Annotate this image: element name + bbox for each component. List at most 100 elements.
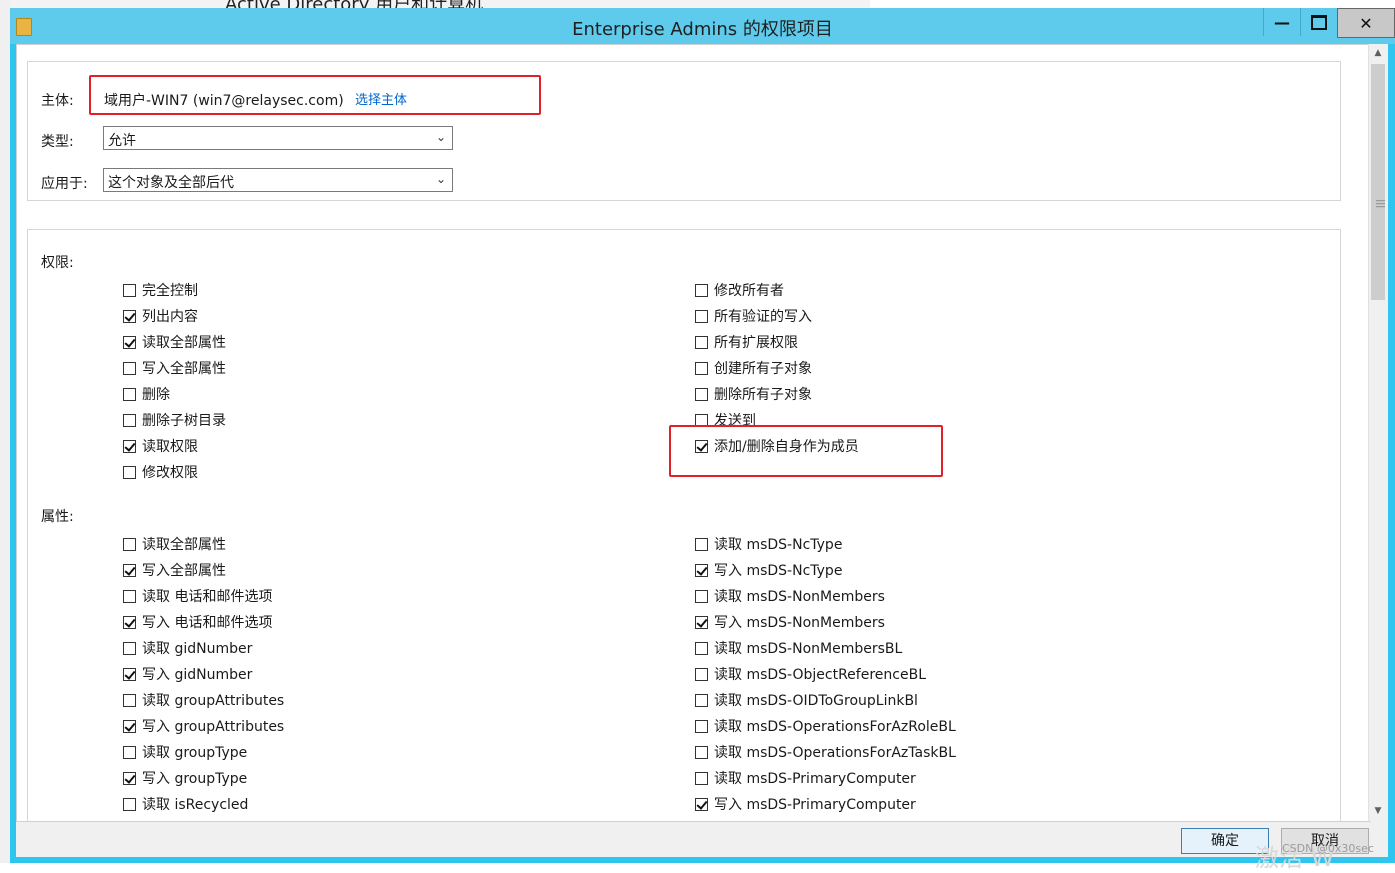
checkbox-unchecked[interactable]	[123, 693, 136, 707]
chevron-down-icon: ⌄	[435, 172, 446, 186]
checkbox-unchecked[interactable]	[695, 361, 708, 375]
checkbox-row[interactable]: 读取 msDS-PrimaryComputer	[695, 768, 916, 788]
checkbox-unchecked[interactable]	[695, 667, 708, 681]
scroll-down-icon[interactable]: ▼	[1369, 802, 1387, 820]
scroll-up-icon[interactable]: ▲	[1369, 44, 1387, 62]
checkbox-row[interactable]: 完全控制	[123, 280, 198, 300]
checkbox-unchecked[interactable]	[695, 693, 708, 707]
applies-to-select[interactable]: 这个对象及全部后代 ⌄	[103, 168, 453, 192]
checkbox-row[interactable]: 创建所有子对象	[695, 358, 812, 378]
checkbox-row[interactable]: 读取 groupType	[123, 742, 247, 762]
checkbox-unchecked[interactable]	[123, 465, 136, 479]
checkbox-row[interactable]: 写入 电话和邮件选项	[123, 612, 272, 632]
checkbox-unchecked[interactable]	[123, 589, 136, 603]
maximize-button[interactable]	[1300, 8, 1337, 36]
checkbox-unchecked[interactable]	[695, 283, 708, 297]
checkbox-unchecked[interactable]	[695, 589, 708, 603]
scrollbar-thumb[interactable]: ― ― ―	[1371, 64, 1385, 300]
minimize-button[interactable]: —	[1263, 8, 1300, 36]
scroll-area: 主体: 域用户-WIN7 (win7@relaysec.com) 选择主体 类型…	[16, 44, 1370, 822]
checkbox-unchecked[interactable]	[695, 771, 708, 785]
vertical-scrollbar[interactable]: ▲ ― ― ― ▼	[1368, 44, 1387, 820]
checkbox-unchecked[interactable]	[123, 641, 136, 655]
checkbox-row[interactable]: 列出内容	[123, 306, 198, 326]
checkbox-unchecked[interactable]	[123, 283, 136, 297]
checkbox-unchecked[interactable]	[695, 719, 708, 733]
checkbox-label: 写入 电话和邮件选项	[142, 615, 273, 631]
checkbox-unchecked[interactable]	[123, 413, 136, 427]
checkbox-checked[interactable]	[695, 797, 708, 811]
checkbox-row[interactable]: 读取 msDS-OperationsForAzTaskBL	[695, 742, 956, 762]
type-select[interactable]: 允许 ⌄	[103, 126, 453, 150]
checkbox-row[interactable]: 所有扩展权限	[695, 332, 798, 352]
checkbox-row[interactable]: 写入 gidNumber	[123, 664, 252, 684]
checkbox-label: 写入全部属性	[142, 563, 226, 579]
background-window-title: Active Directory 用户和计算机	[10, 0, 870, 8]
grip-icon: ― ― ―	[1376, 196, 1385, 212]
checkbox-row[interactable]: 读取 msDS-NonMembers	[695, 586, 885, 606]
checkbox-unchecked[interactable]	[695, 641, 708, 655]
checkbox-row[interactable]: 删除子树目录	[123, 410, 226, 430]
checkbox-unchecked[interactable]	[695, 309, 708, 323]
background-window-title-text: Active Directory 用户和计算机	[225, 0, 483, 8]
checkbox-row[interactable]: 读取全部属性	[123, 332, 226, 352]
checkbox-row[interactable]: 读取 msDS-NcType	[695, 534, 842, 554]
checkbox-row[interactable]: 写入 msDS-NonMembers	[695, 612, 885, 632]
checkbox-label: 修改所有者	[714, 283, 784, 299]
checkbox-unchecked[interactable]	[123, 361, 136, 375]
checkbox-row[interactable]: 修改所有者	[695, 280, 784, 300]
checkbox-label: 读取 msDS-NonMembers	[714, 589, 885, 605]
checkbox-row[interactable]: 写入全部属性	[123, 358, 226, 378]
checkbox-row[interactable]: 读取全部属性	[123, 534, 226, 554]
checkbox-unchecked[interactable]	[123, 745, 136, 759]
checkbox-unchecked[interactable]	[695, 537, 708, 551]
checkbox-label: 写入 gidNumber	[142, 667, 253, 683]
principal-label: 主体:	[41, 93, 74, 109]
checkbox-checked[interactable]	[695, 563, 708, 577]
checkbox-checked[interactable]	[123, 563, 136, 577]
checkbox-row[interactable]: 写入 msDS-NcType	[695, 560, 842, 580]
checkbox-checked[interactable]	[123, 667, 136, 681]
chevron-down-icon: ⌄	[435, 130, 446, 144]
checkbox-row[interactable]: 读取 msDS-NonMembersBL	[695, 638, 902, 658]
checkbox-unchecked[interactable]	[695, 387, 708, 401]
checkbox-checked[interactable]	[123, 615, 136, 629]
checkbox-label: 读取 msDS-NcType	[714, 537, 843, 553]
checkbox-label: 写入 msDS-PrimaryComputer	[714, 797, 916, 813]
checkbox-checked[interactable]	[123, 439, 136, 453]
close-button[interactable]: ✕	[1337, 8, 1395, 38]
checkbox-row[interactable]: 读取 isRecycled	[123, 794, 248, 814]
checkbox-row[interactable]: 读取 msDS-OIDToGroupLinkBl	[695, 690, 918, 710]
checkbox-row[interactable]: 读取 msDS-OperationsForAzRoleBL	[695, 716, 956, 736]
checkbox-row[interactable]: 删除	[123, 384, 170, 404]
checkbox-checked[interactable]	[123, 719, 136, 733]
checkbox-row[interactable]: 写入 msDS-PrimaryComputer	[695, 794, 916, 814]
checkbox-label: 读取 msDS-OperationsForAzTaskBL	[714, 745, 956, 761]
checkbox-row[interactable]: 修改权限	[123, 462, 198, 482]
checkbox-checked[interactable]	[695, 615, 708, 629]
checkbox-row[interactable]: 读取权限	[123, 436, 198, 456]
checkbox-unchecked[interactable]	[123, 797, 136, 811]
checkbox-row[interactable]: 写入 groupType	[123, 768, 247, 788]
checkbox-label: 完全控制	[142, 283, 198, 299]
checkbox-row[interactable]: 写入全部属性	[123, 560, 226, 580]
checkbox-checked[interactable]	[123, 309, 136, 323]
checkbox-unchecked[interactable]	[695, 745, 708, 759]
title-bar[interactable]: Enterprise Admins 的权限项目 — ✕	[10, 8, 1395, 44]
checkbox-row[interactable]: 读取 groupAttributes	[123, 690, 284, 710]
checkbox-row[interactable]: 读取 gidNumber	[123, 638, 252, 658]
checkbox-row[interactable]: 删除所有子对象	[695, 384, 812, 404]
checkbox-unchecked[interactable]	[695, 335, 708, 349]
checkbox-label: 读取全部属性	[142, 537, 226, 553]
annotation-box-principal	[89, 75, 541, 115]
checkbox-row[interactable]: 所有验证的写入	[695, 306, 812, 326]
checkbox-row[interactable]: 读取 电话和邮件选项	[123, 586, 272, 606]
checkbox-checked[interactable]	[123, 335, 136, 349]
checkbox-checked[interactable]	[123, 771, 136, 785]
checkbox-unchecked[interactable]	[123, 387, 136, 401]
checkbox-row[interactable]: 写入 groupAttributes	[123, 716, 284, 736]
maximize-icon	[1311, 14, 1327, 30]
checkbox-unchecked[interactable]	[123, 537, 136, 551]
checkbox-row[interactable]: 读取 msDS-ObjectReferenceBL	[695, 664, 926, 684]
checkbox-label: 读取全部属性	[142, 335, 226, 351]
